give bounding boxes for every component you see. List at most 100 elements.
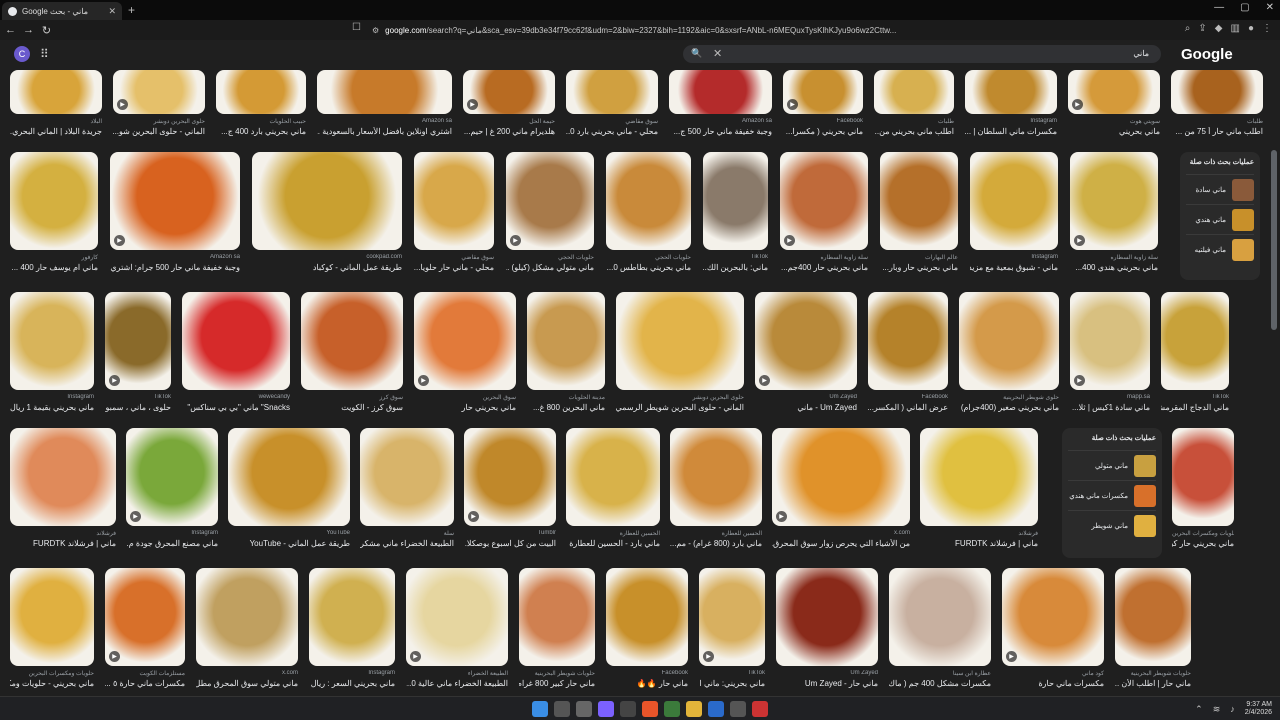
result-title[interactable]: Um Zayed - ماني [755,403,857,412]
result-title[interactable]: اطلب ماني حار أ 75 من ... [1171,127,1263,136]
search-icon[interactable]: 🔍 [691,48,702,59]
tray-chevron-icon[interactable]: ⌃ [1195,704,1203,715]
result-source[interactable]: حيمة الحل [463,118,555,125]
image-thumbnail[interactable]: ▶ [406,568,508,666]
image-result-card[interactable]: فرشلاند ماني | فرشلاند FURDTK [920,428,1038,552]
result-source[interactable]: الحسين للعطارة [670,530,762,537]
image-result-card[interactable]: ▶ Tumblr البيت من كل اسبوع بوصكلا... [464,428,556,552]
sidebar-icon[interactable]: ▥ [1231,23,1240,34]
result-title[interactable]: ماني بحريني [1068,127,1160,136]
image-thumbnail[interactable] [216,70,306,114]
chat-icon[interactable] [598,701,614,717]
image-thumbnail[interactable] [252,152,402,250]
task-view-icon[interactable] [576,701,592,717]
close-tab-icon[interactable]: ✕ [108,6,116,17]
share-icon[interactable]: ⇪ [1198,23,1206,34]
result-source[interactable]: mapp.sa [1070,394,1150,400]
result-title[interactable]: محلي - ماني حار حلويا... [414,263,494,272]
result-source[interactable]: البلاد [10,118,102,125]
result-source[interactable]: الحسين للعطارة [566,530,660,537]
image-result-card[interactable]: سوق كرز سوق كرز - الكويت [301,292,403,416]
result-source[interactable]: Facebook [606,670,688,676]
image-thumbnail[interactable]: ▶ [1070,292,1150,390]
image-result-card[interactable]: حلوى البحرين دوبشر الماني - حلوى البحرين … [616,292,744,416]
result-title[interactable]: طريقة عمل الماني - كوكباد [252,263,402,272]
result-source[interactable]: مستلزمات الكويت [105,670,185,677]
result-source[interactable]: TikTok [105,394,171,400]
image-thumbnail[interactable] [606,152,691,250]
image-result-card[interactable]: حلويات الحجي ماني بحريني بطاطس 0... [606,152,691,276]
result-source[interactable]: Instagram [10,394,94,400]
image-result-card[interactable]: حلوى شويطر البحرينية ماني بحريني صغير (40… [959,292,1059,416]
image-result-card[interactable]: Amazon sa وجبة خفيفة ماني حار 500 ج... [669,70,772,140]
result-source[interactable]: Facebook [783,118,863,124]
back-icon[interactable]: ← [3,24,18,36]
result-title[interactable]: مكسرات ماني حارة ٥ ... [105,679,185,688]
scrollbar[interactable] [1270,70,1278,696]
result-source[interactable]: Um Zayed [776,670,878,676]
scrollbar-thumb[interactable] [1271,150,1277,330]
result-title[interactable]: ماني بحريني - حلويات ومكسرا... [10,679,94,688]
explorer-icon[interactable] [686,701,702,717]
result-title[interactable]: ماني | فرشلاند FURDTK [10,539,116,548]
result-title[interactable]: Snacks" ماني "بي بي سناكس" [182,403,290,412]
result-source[interactable]: طلبات [1171,118,1263,125]
image-result-card[interactable]: سوق مقاضي محلي - ماني بحريني بارد 0... [566,70,658,140]
result-source[interactable]: TikTok [699,670,765,676]
result-source[interactable]: طلبات [874,118,954,125]
result-title[interactable]: ماني حار | اطلب الأن ... [1115,679,1191,688]
result-title[interactable]: ماني ام يوسف حار 400 ... [10,263,98,272]
start-icon[interactable] [532,701,548,717]
extension-icon[interactable]: ◆ [1215,23,1223,34]
image-thumbnail[interactable]: ▶ [110,152,240,250]
image-thumbnail[interactable] [10,428,116,526]
new-tab-icon[interactable]: + [128,3,135,17]
image-thumbnail[interactable] [317,70,452,114]
image-result-card[interactable]: cookpad.com طريقة عمل الماني - كوكباد [252,152,402,276]
image-result-card[interactable]: ▶ سوق البحرين ماني بحريني حار [414,292,516,416]
result-title[interactable]: اشتري اونلاين بأفضل الأسعار بالسعودية ..… [317,127,452,136]
result-title[interactable]: جريدة البلاد | الماني البحري... [10,127,102,136]
result-source[interactable]: الطبيعة الخضراء [406,670,508,677]
result-source[interactable]: TikTok [703,254,768,260]
app3-icon[interactable] [752,701,768,717]
address-bar[interactable]: ⚙ google.com /search?q=ماني&sca_esv=39db… [372,22,912,38]
result-title[interactable]: الطبيعة الخضراء ماني عالية 0... [406,679,508,688]
browser-tab[interactable]: ماني - بحث Google ✕ [2,2,122,20]
image-result-card[interactable]: Facebook عرض الماني ( المكسر... [868,292,948,416]
image-thumbnail[interactable]: ▶ [506,152,594,250]
image-result-card[interactable]: سوق مقاضي محلي - ماني حار حلويا... [414,152,494,276]
result-title[interactable]: الماني - حلوى البحرين شو... [113,127,205,136]
image-result-card[interactable]: ▶ حلويات الحجي ماني متولي مشكل (كيلو) ... [506,152,594,276]
related-item[interactable]: ماني هندي [1186,204,1254,234]
image-result-card[interactable]: Facebook ماني حار 🔥🔥 [606,568,688,692]
result-source[interactable]: TikTok [1161,394,1229,400]
image-thumbnail[interactable]: ▶ [126,428,218,526]
result-title[interactable]: ماني بحريني بارد 400 ج... [216,127,306,136]
avatar[interactable]: C [14,46,30,62]
image-result-card[interactable]: حلويات ومكسرات البحرين ماني بحريني - حلوي… [10,568,94,692]
result-source[interactable]: سلة زاوية السطاره [780,254,868,261]
image-result-card[interactable]: ▶ Instagram ماني مصنع المحرق جودة م... [126,428,218,552]
image-result-card[interactable]: Instagram ماني بحريني السعر : ريال [309,568,395,692]
image-result-card[interactable]: ▶ Amazon sa وجبة خفيفة ماني حار 500 جرام: … [110,152,240,276]
image-thumbnail[interactable] [670,428,762,526]
image-thumbnail[interactable] [703,152,768,250]
related-item[interactable]: ماني سادة [1186,174,1254,204]
volume-icon[interactable]: ♪ [1230,704,1235,714]
result-source[interactable]: سويتي هوت [1068,118,1160,125]
result-title[interactable]: ماني بحريني السعر : ريال [309,679,395,688]
image-result-card[interactable]: ▶ الطبيعة الخضراء الطبيعة الخضراء ماني عال… [406,568,508,692]
image-thumbnail[interactable] [519,568,595,666]
image-result-card[interactable]: ▶ حيمة الحل هلديرام ماني 200 غ | حيم... [463,70,555,140]
image-thumbnail[interactable] [1161,292,1229,390]
image-thumbnail[interactable] [10,152,98,250]
result-title[interactable]: سوق كرز - الكويت [301,403,403,412]
result-source[interactable]: حبيب الحلويات [216,118,307,125]
image-thumbnail[interactable] [10,70,102,114]
result-title[interactable]: ماني حار 🔥🔥 [606,679,688,688]
result-title[interactable]: ماني متولي سوق المحرق مطل... [196,679,298,688]
image-result-card[interactable]: عالم البهارات ماني بحريني حار وبار... [880,152,958,276]
image-thumbnail[interactable] [196,568,298,666]
search-input[interactable]: 🔍 ✕ ماني [683,45,1161,63]
